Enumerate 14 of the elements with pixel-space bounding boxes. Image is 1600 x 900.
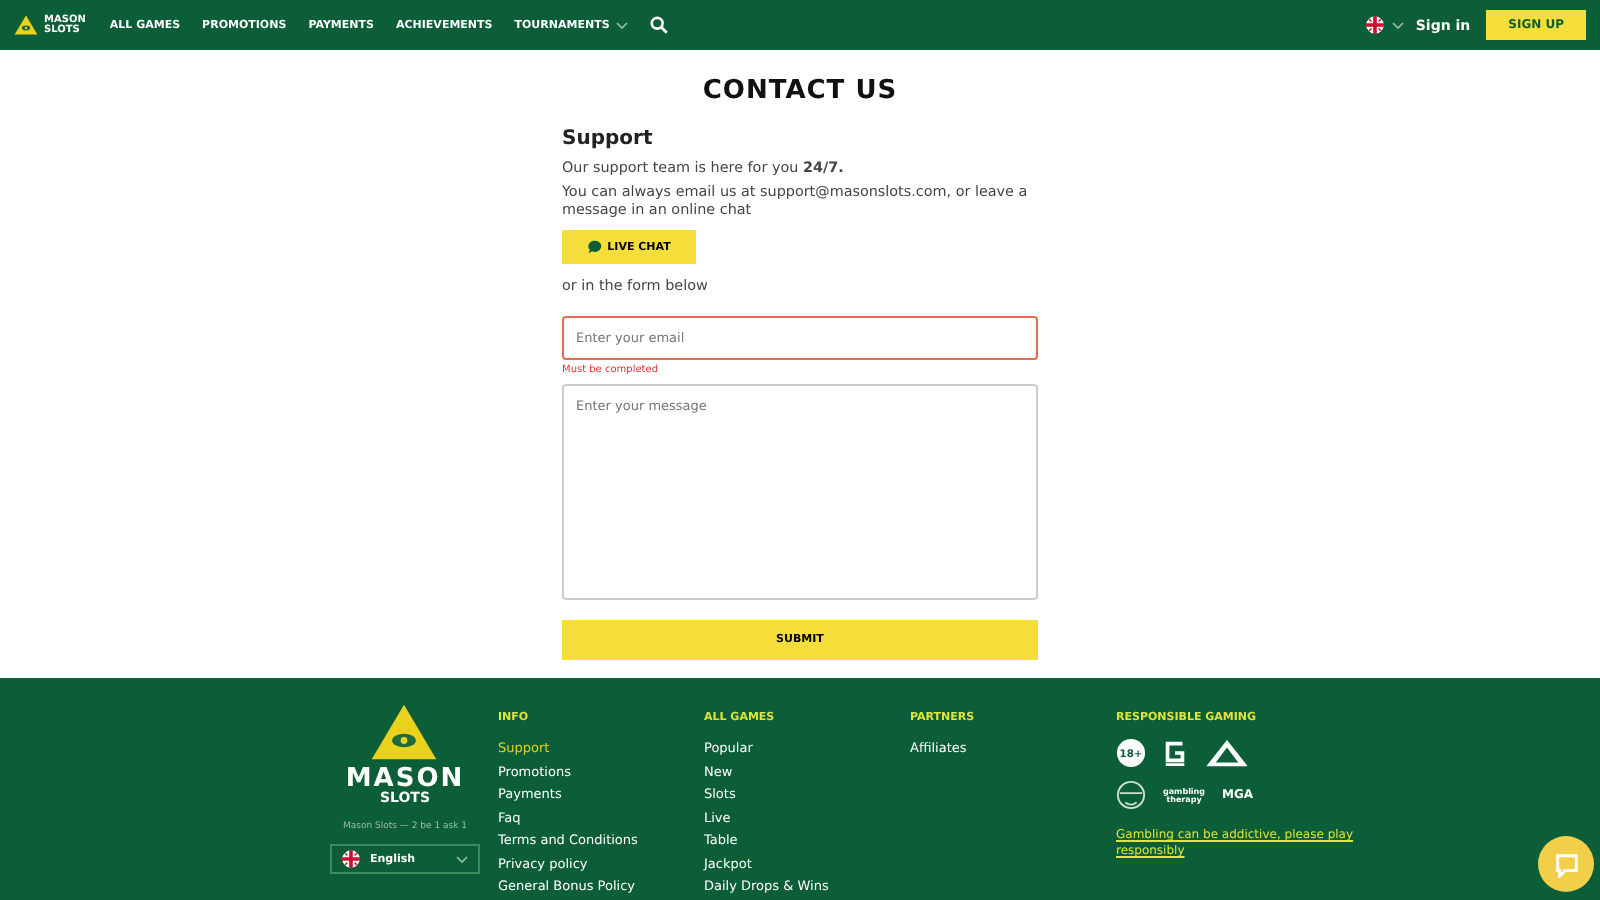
search-icon[interactable] [649,16,668,34]
section-heading: Support [562,128,655,150]
logo-text: MASON [345,766,465,792]
flag-icon [1365,16,1384,34]
page-title: CONTACT US [702,76,898,106]
pyramid-icon [370,702,439,762]
flag-icon [342,850,360,868]
chat-bubble-icon [587,240,602,254]
chevron-down-icon [456,855,468,863]
chevron-down-icon [615,21,628,29]
pyramid-icon [14,14,38,36]
circle-logo-icon [1116,780,1146,810]
chat-icon [1553,851,1579,877]
chevron-down-icon [1391,21,1404,29]
